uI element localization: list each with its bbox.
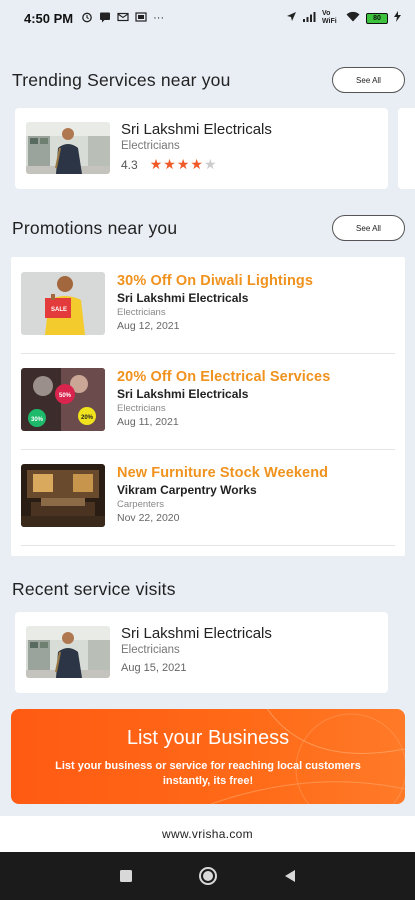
circle-icon [198, 867, 217, 885]
wifi-icon [346, 11, 360, 25]
message-icon [99, 11, 111, 26]
business-category: Electricians [121, 140, 180, 152]
website-footer[interactable]: www.vrisha.com [0, 816, 415, 852]
star-icon: ★ [149, 156, 164, 172]
promotion-thumbnail: SALE [21, 272, 105, 335]
promotions-see-all-button[interactable]: See All [332, 215, 405, 241]
vowifi-icon: Vo WiFi [322, 10, 337, 25]
promotion-business: Sri Lakshmi Electricals [117, 387, 249, 401]
business-name: Sri Lakshmi Electricals [121, 121, 272, 138]
discount-badge: 30% [31, 417, 44, 423]
status-time: 4:50 PM [24, 10, 74, 26]
mail-icon [117, 11, 129, 26]
promotion-category: Carpenters [117, 499, 164, 510]
trending-card-next[interactable] [398, 108, 415, 189]
recent-title: Recent service visits [12, 579, 176, 599]
promotion-date: Aug 12, 2021 [117, 320, 180, 332]
promotion-thumbnail [21, 464, 105, 527]
star-rating: ★★★★★ [150, 156, 218, 173]
promotions-list: SALE 30% Off On Diwali Lightings Sri Lak… [11, 257, 405, 556]
promotions-title: Promotions near you [12, 218, 178, 238]
promotion-category: Electricians [117, 403, 166, 414]
discount-badge: 50% [59, 393, 72, 399]
star-icon: ★ [176, 156, 191, 172]
back-triangle-icon [284, 870, 295, 882]
star-empty-icon: ★ [203, 156, 218, 172]
discount-badge: 20% [81, 415, 94, 421]
promotion-title[interactable]: 30% Off On Diwali Lightings [117, 273, 313, 289]
rating-value: 4.3 [121, 157, 138, 172]
divider [21, 353, 395, 354]
more-icon: ··· [153, 12, 165, 24]
business-thumbnail [26, 626, 110, 678]
signal-icon [303, 11, 316, 25]
status-bar: 4:50 PM ··· Vo WiFi 80 [0, 0, 415, 36]
business-name: Sri Lakshmi Electricals [121, 625, 272, 642]
banner-title: List your Business [126, 727, 290, 749]
back-button[interactable] [280, 866, 300, 886]
visit-date: Aug 15, 2021 [121, 662, 187, 674]
divider [21, 449, 395, 450]
alarm-icon [81, 11, 93, 26]
charging-icon [394, 11, 401, 25]
screen-icon [135, 11, 147, 26]
system-navigation-bar [0, 852, 415, 900]
promotion-business: Sri Lakshmi Electricals [117, 291, 249, 305]
recent-card[interactable]: Sri Lakshmi Electricals Electricians Aug… [15, 612, 388, 693]
home-button[interactable] [198, 866, 218, 886]
trending-see-all-button[interactable]: See All [332, 67, 405, 93]
rating-row: 4.3 ★★★★★ [121, 156, 218, 173]
square-icon [119, 870, 132, 882]
star-icon: ★ [190, 156, 204, 172]
divider [21, 545, 395, 546]
business-thumbnail [26, 122, 110, 174]
promotion-business: Vikram Carpentry Works [117, 483, 257, 497]
star-icon: ★ [163, 156, 177, 172]
promotion-thumbnail: 50% 30% 20% [21, 368, 105, 431]
business-category: Electricians [121, 644, 180, 656]
promotion-title[interactable]: New Furniture Stock Weekend [117, 465, 328, 481]
recents-button[interactable] [116, 866, 136, 886]
banner-decoration [210, 709, 405, 804]
sale-badge: SALE [51, 307, 67, 313]
trending-card[interactable]: Sri Lakshmi Electricals Electricians 4.3… [15, 108, 388, 189]
banner-subtitle: List your business or service for reachi… [55, 760, 361, 787]
promotion-title[interactable]: 20% Off On Electrical Services [117, 369, 330, 385]
promotion-date: Nov 22, 2020 [117, 512, 180, 524]
location-icon [286, 11, 297, 25]
promotion-date: Aug 11, 2021 [117, 416, 179, 428]
trending-title: Trending Services near you [12, 70, 231, 90]
promotion-category: Electricians [117, 307, 166, 318]
list-business-banner[interactable]: List your Business List your business or… [11, 709, 405, 804]
battery-icon: 80 [366, 12, 388, 24]
